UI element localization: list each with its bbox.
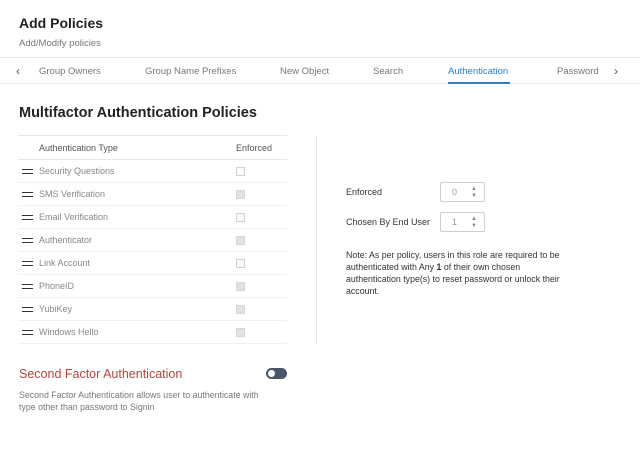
tab-group-name-prefixes[interactable]: Group Name Prefixes [145, 66, 236, 77]
drag-handle-icon[interactable] [22, 307, 33, 312]
enforced-checkbox[interactable] [236, 328, 245, 337]
page-header: Add Policies Add/Modify policies [0, 0, 640, 58]
auth-type-label: Email Verification [39, 212, 109, 222]
enforced-count-label: Enforced [346, 187, 383, 197]
auth-type-label: PhoneID [39, 281, 75, 291]
tab-password[interactable]: Password [557, 66, 599, 77]
chosen-by-user-stepper[interactable]: 1 ▲ ▼ [440, 212, 485, 232]
drag-handle-icon[interactable] [22, 330, 33, 335]
page-subtitle: Add/Modify policies [19, 38, 101, 49]
second-factor-title: Second Factor Authentication [19, 367, 183, 381]
chosen-by-user-label: Chosen By End User [346, 217, 431, 227]
enforced-checkbox[interactable] [236, 213, 245, 222]
table-row: Email Verification [18, 206, 287, 229]
enforced-checkbox[interactable] [236, 259, 245, 268]
auth-type-label: YubiKey [39, 304, 73, 314]
chevron-right-icon[interactable]: › [614, 64, 618, 78]
second-factor-toggle[interactable] [266, 368, 287, 379]
drag-handle-icon[interactable] [22, 261, 33, 266]
enforced-count-stepper[interactable]: 0 ▲ ▼ [440, 182, 485, 202]
drag-handle-icon[interactable] [22, 284, 33, 289]
auth-type-label: Authenticator [39, 235, 93, 245]
tab-bar: ‹ Group Owners Group Name Prefixes New O… [0, 58, 640, 84]
enforced-checkbox[interactable] [236, 236, 245, 245]
column-header-enforced: Enforced [236, 143, 273, 153]
drag-handle-icon[interactable] [22, 238, 33, 243]
table-row: Windows Hello [18, 321, 287, 344]
enforced-count-value[interactable]: 0 [452, 187, 457, 197]
enforced-checkbox[interactable] [236, 282, 245, 291]
page-title: Add Policies [19, 15, 104, 31]
auth-type-table: Authentication Type Enforced Security Qu… [18, 135, 287, 344]
auth-type-label: Windows Hello [39, 327, 99, 337]
column-header-type: Authentication Type [39, 143, 118, 153]
table-header: Authentication Type Enforced [18, 135, 287, 160]
drag-handle-icon[interactable] [22, 192, 33, 197]
second-factor-description: Second Factor Authentication allows user… [19, 390, 259, 412]
decrement-icon[interactable]: ▼ [471, 193, 477, 199]
vertical-divider [316, 136, 317, 344]
tab-authentication[interactable]: Authentication [448, 66, 508, 77]
mfa-section-title: Multifactor Authentication Policies [19, 105, 257, 121]
table-row: Authenticator [18, 229, 287, 252]
enforced-checkbox[interactable] [236, 305, 245, 314]
enforced-checkbox[interactable] [236, 190, 245, 199]
tab-search[interactable]: Search [373, 66, 403, 77]
increment-icon[interactable]: ▲ [471, 216, 477, 222]
drag-handle-icon[interactable] [22, 215, 33, 220]
table-row: Link Account [18, 252, 287, 275]
table-row: Security Questions [18, 160, 287, 183]
auth-type-label: SMS Verification [39, 189, 106, 199]
auth-type-label: Security Questions [39, 166, 115, 176]
increment-icon[interactable]: ▲ [471, 186, 477, 192]
tab-new-object[interactable]: New Object [280, 66, 329, 77]
active-tab-indicator [448, 82, 510, 84]
tab-group-owners[interactable]: Group Owners [39, 66, 101, 77]
table-row: PhoneID [18, 275, 287, 298]
toggle-knob [268, 370, 275, 377]
chosen-by-user-value[interactable]: 1 [452, 217, 457, 227]
decrement-icon[interactable]: ▼ [471, 223, 477, 229]
drag-handle-icon[interactable] [22, 169, 33, 174]
table-row: YubiKey [18, 298, 287, 321]
chevron-left-icon[interactable]: ‹ [16, 64, 20, 78]
enforced-checkbox[interactable] [236, 167, 245, 176]
table-row: SMS Verification [18, 183, 287, 206]
policy-note: Note: As per policy, users in this role … [346, 250, 560, 296]
auth-type-label: Link Account [39, 258, 91, 268]
